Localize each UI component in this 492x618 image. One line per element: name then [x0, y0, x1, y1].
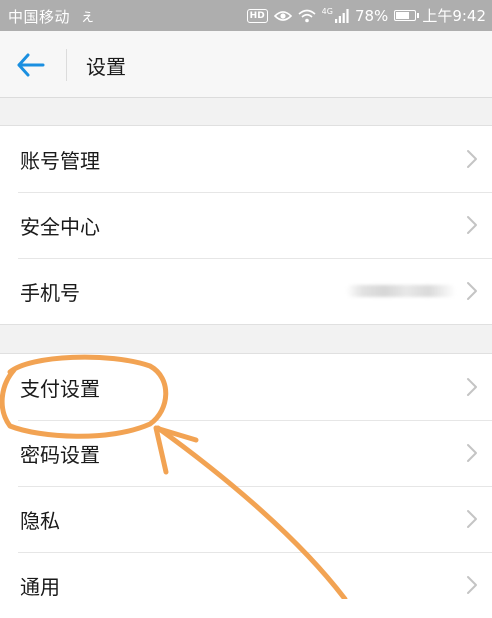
- battery-icon: [394, 10, 420, 21]
- settings-row-security-center[interactable]: 安全中心: [0, 192, 492, 258]
- network-type: 4G: [321, 7, 333, 16]
- settings-row-payment-settings[interactable]: 支付设置: [0, 354, 492, 420]
- row-label: 通用: [20, 575, 60, 599]
- settings-row-account-management[interactable]: 账号管理: [0, 126, 492, 192]
- clock: 上午9:42: [422, 7, 486, 25]
- settings-row-phone-number[interactable]: 手机号: [0, 258, 492, 324]
- chevron-right-icon: [467, 378, 477, 396]
- row-label: 密码设置: [20, 443, 100, 467]
- carrier-name: 中国移动: [8, 8, 71, 26]
- status-bar: 中国移动 ぇ HD 4G 78% 上午9:42: [0, 0, 492, 31]
- row-label: 账号管理: [20, 149, 100, 173]
- chevron-right-icon: [467, 576, 477, 594]
- chevron-right-icon: [467, 510, 477, 528]
- status-icons: HD 4G 78% 上午9:42: [246, 5, 486, 26]
- chevron-right-icon: [467, 444, 477, 462]
- arrow-left-icon[interactable]: [14, 49, 48, 81]
- settings-group-account: 账号管理 安全中心 手机号: [0, 125, 492, 325]
- app-header: 设置: [0, 31, 492, 98]
- battery-fill: [396, 12, 410, 19]
- eye-icon: [273, 10, 292, 21]
- row-label: 支付设置: [20, 377, 100, 401]
- chevron-right-icon: [467, 282, 477, 300]
- row-label: 隐私: [20, 509, 60, 533]
- chevron-right-icon: [467, 150, 477, 168]
- masked-phone-value: [346, 285, 456, 297]
- settings-group-general: 支付设置 密码设置 隐私 通用: [0, 353, 492, 618]
- battery-percent: 78%: [354, 6, 389, 25]
- hd-badge-icon: HD: [246, 8, 268, 23]
- row-label: 安全中心: [20, 215, 100, 239]
- carrier-extra-icon: ぇ: [80, 7, 96, 25]
- settings-row-general[interactable]: 通用: [0, 552, 492, 618]
- settings-row-privacy[interactable]: 隐私: [0, 486, 492, 552]
- chevron-right-icon: [467, 216, 477, 234]
- signal-icon: [334, 8, 349, 23]
- row-label: 手机号: [20, 281, 80, 305]
- page-title: 设置: [86, 55, 126, 79]
- wifi-icon: [298, 9, 316, 22]
- settings-row-password-settings[interactable]: 密码设置: [0, 420, 492, 486]
- header-divider: [66, 49, 67, 81]
